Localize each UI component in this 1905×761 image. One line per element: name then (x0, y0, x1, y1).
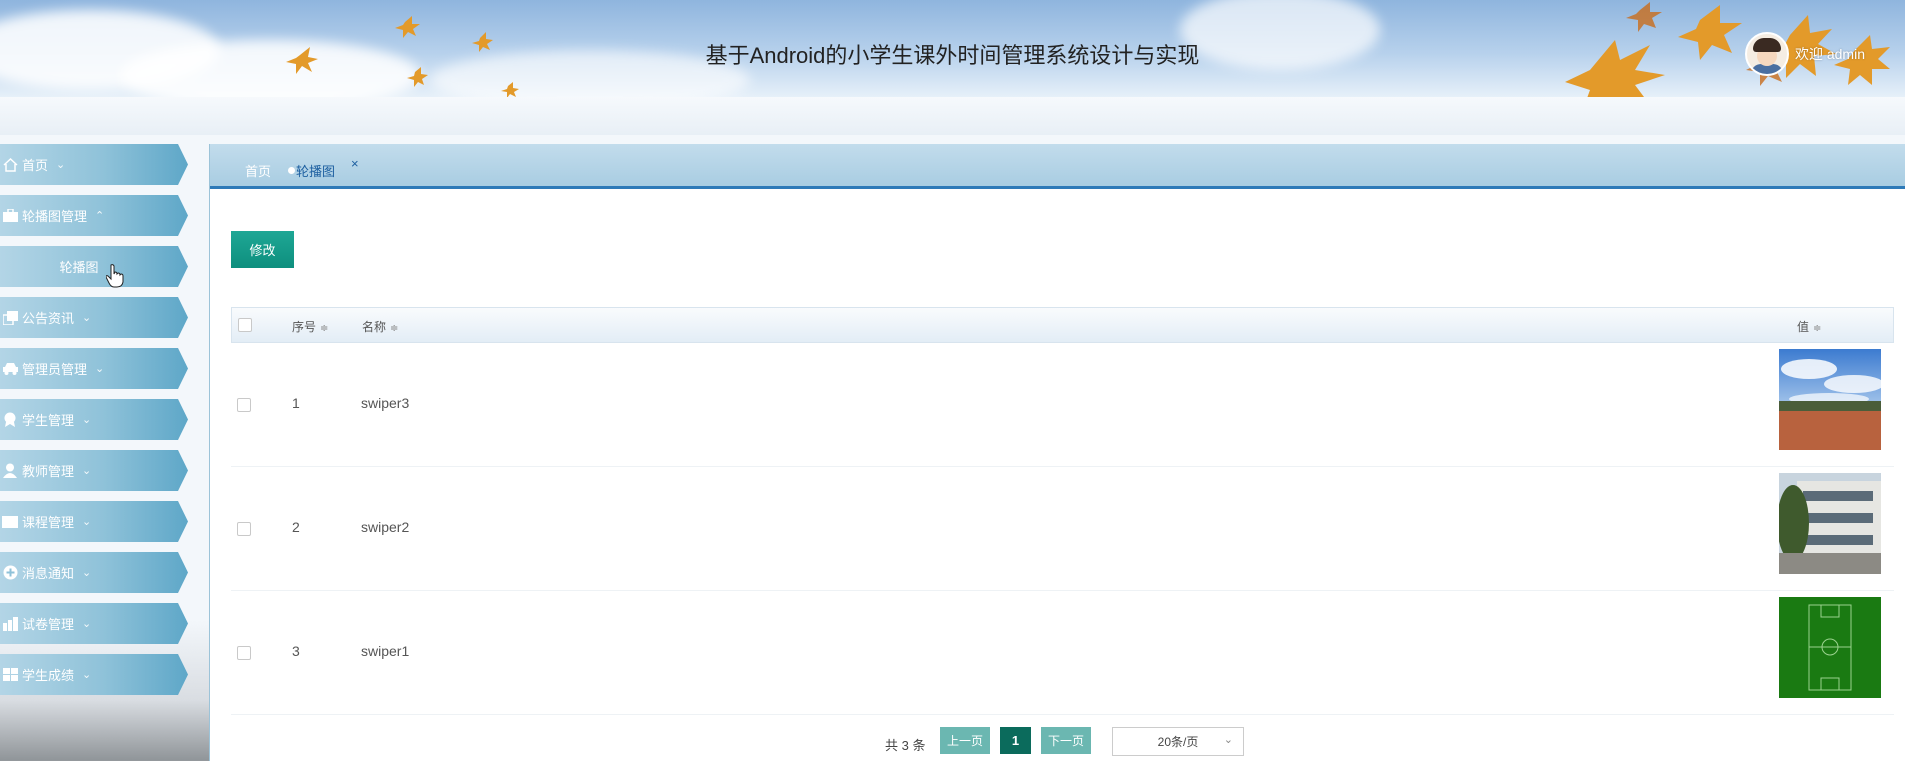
sidebar-subitem-carousel[interactable]: 轮播图 (0, 246, 188, 287)
header-subbar (0, 97, 1905, 135)
sort-icon[interactable]: ≑ (1813, 323, 1821, 334)
app-header: 基于Android的小学生课外时间管理系统设计与实现 欢迎 admin (0, 0, 1905, 97)
sidebar-item-label: 学生管理 (22, 414, 75, 429)
sidebar-item-student-scores[interactable]: 学生成绩 ⌄ (0, 654, 188, 695)
sidebar-item-notifications[interactable]: 消息通知 ⌄ (0, 552, 188, 593)
chevron-down-icon: ⌄ (82, 566, 92, 579)
sidebar-item-label: 消息通知 (22, 567, 75, 582)
sidebar-item-course-management[interactable]: 课程管理 ⌄ (0, 501, 188, 542)
row-name: swiper2 (361, 519, 410, 535)
sidebar-item-exam-management[interactable]: 试卷管理 ⌄ (0, 603, 188, 644)
table-row[interactable]: 3 swiper1 (231, 591, 1894, 715)
column-header-value[interactable]: 值 ≑ (1797, 318, 1821, 335)
sidebar-item-admin-management[interactable]: 管理员管理 ⌄ (0, 348, 188, 389)
page-size-value: 20条/页 (1157, 735, 1199, 749)
ticket-icon (1, 514, 19, 530)
sky-playground-photo[interactable] (1779, 349, 1881, 450)
chevron-down-icon: ⌄ (82, 668, 92, 681)
school-building-photo[interactable] (1779, 473, 1881, 574)
row-checkbox[interactable] (237, 522, 251, 536)
row-index: 3 (292, 643, 300, 659)
row-checkbox[interactable] (237, 646, 251, 660)
app-title: 基于Android的小学生课外时间管理系统设计与实现 (705, 43, 1200, 68)
close-icon[interactable]: × (351, 156, 359, 171)
active-dot-icon (288, 167, 295, 174)
sidebar-item-label: 公告资讯 (22, 312, 75, 327)
pagination: 共 3 条 上一页 1 下一页 20条/页 ⌄ (210, 727, 1905, 757)
sidebar-item-label: 课程管理 (22, 516, 75, 531)
sidebar-item-home[interactable]: 首页 ⌄ (0, 144, 188, 185)
page-size-select[interactable]: 20条/页 ⌄ (1112, 727, 1244, 756)
chevron-down-icon: ⌄ (82, 617, 92, 630)
home-icon (1, 157, 19, 173)
sidebar-item-carousel-management[interactable]: 轮播图管理 ⌃ (0, 195, 188, 236)
avatar[interactable] (1744, 32, 1789, 76)
user-area[interactable]: 欢迎 admin (1744, 32, 1865, 76)
sidebar-item-announcements[interactable]: 公告资讯 ⌄ (0, 297, 188, 338)
bar-chart-icon (1, 616, 19, 632)
table-header: 序号 ≑ 名称 ≑ 值 ≑ (231, 307, 1894, 343)
sidebar-item-label: 轮播图 (59, 261, 99, 276)
row-name: swiper3 (361, 395, 410, 411)
row-name: swiper1 (361, 643, 410, 659)
edit-button[interactable]: 修改 (231, 231, 294, 268)
row-checkbox[interactable] (237, 398, 251, 412)
sidebar-item-label: 学生成绩 (22, 669, 75, 684)
select-all-checkbox[interactable] (238, 318, 252, 332)
table-row[interactable]: 2 swiper2 (231, 467, 1894, 591)
sort-icon[interactable]: ≑ (390, 323, 398, 334)
prev-page-button[interactable]: 上一页 (940, 727, 990, 754)
row-index: 2 (292, 519, 300, 535)
tab-carousel[interactable]: 轮播图 (296, 161, 335, 180)
chevron-down-icon: ⌄ (1223, 734, 1233, 746)
briefcase-icon (1, 208, 19, 224)
copy-icon (1, 310, 19, 326)
table-row[interactable]: 1 swiper3 (231, 343, 1894, 467)
row-index: 1 (292, 395, 300, 411)
chevron-down-icon: ⌄ (95, 362, 105, 375)
sidebar-item-student-management[interactable]: 学生管理 ⌄ (0, 399, 188, 440)
chevron-down-icon: ⌄ (82, 311, 92, 324)
sidebar-item-label: 管理员管理 (22, 363, 88, 378)
column-header-index[interactable]: 序号 ≑ (292, 318, 328, 335)
sidebar-item-teacher-management[interactable]: 教师管理 ⌄ (0, 450, 188, 491)
page-number-button[interactable]: 1 (1000, 727, 1031, 754)
sidebar-item-label: 试卷管理 (22, 618, 75, 633)
soccer-field-photo[interactable] (1779, 597, 1881, 698)
award-icon (1, 412, 19, 428)
column-header-name[interactable]: 名称 ≑ (362, 318, 398, 335)
plus-circle-icon (1, 565, 19, 581)
sidebar-item-label: 教师管理 (22, 465, 75, 480)
welcome-text: 欢迎 admin (1794, 46, 1865, 62)
pagination-total: 共 3 条 (885, 738, 926, 753)
chevron-down-icon: ⌄ (82, 413, 92, 426)
chevron-down-icon: ⌄ (82, 464, 92, 477)
sidebar-item-label: 轮播图管理 (22, 210, 88, 225)
main-panel: 首页 轮播图 × 修改 序号 ≑ 名称 ≑ 值 ≑ 1 swiper3 2 sw… (209, 144, 1905, 761)
carousel-table: 序号 ≑ 名称 ≑ 值 ≑ 1 swiper3 2 swiper2 3 swip… (231, 307, 1894, 715)
chevron-down-icon: ⌄ (56, 158, 66, 171)
tab-home[interactable]: 首页 (245, 161, 271, 180)
table-icon (1, 667, 19, 683)
hand-cursor-icon (105, 264, 124, 292)
next-page-button[interactable]: 下一页 (1041, 727, 1091, 754)
chevron-down-icon: ⌄ (82, 515, 92, 528)
sidebar-item-label: 首页 (22, 159, 49, 174)
sort-icon[interactable]: ≑ (320, 323, 328, 334)
chevron-up-icon: ⌃ (95, 209, 105, 222)
car-icon (1, 361, 19, 377)
user-icon (1, 463, 19, 479)
tab-bar: 首页 轮播图 × (210, 144, 1905, 189)
